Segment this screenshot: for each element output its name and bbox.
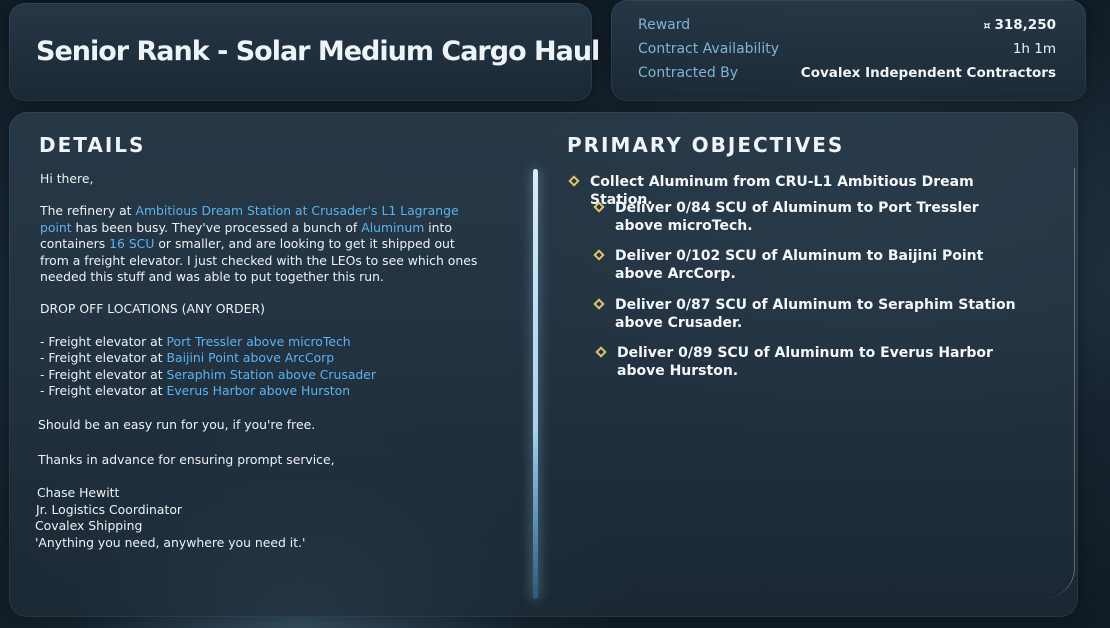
commodity-highlight: Aluminum	[361, 219, 425, 235]
contract-title-panel: Senior Rank - Solar Medium Cargo Haul	[9, 3, 600, 101]
intro-paragraph: The refinery at Ambitious Dream Station …	[40, 203, 480, 285]
objective-text: Deliver 0/102 SCU of Aluminum to Baijini…	[615, 248, 984, 264]
objectives-heading: PRIMARY OBJECTIVES	[567, 133, 845, 157]
contracted-by-value: Covalex Independent Contractors	[800, 65, 1056, 81]
intro-text-2: has been busy. They've processed a bunch…	[71, 219, 362, 235]
objective-text: above Hurston.	[617, 363, 739, 379]
reward-value: 318,250	[994, 17, 1057, 33]
contract-info-panel: Reward ¤ 318,250 Contract Availability 1h…	[611, 0, 1086, 101]
dropoff-location: Seraphim Station above Crusader	[166, 366, 377, 382]
objective-text: Deliver 0/84 SCU of Aluminum to Port Tre…	[615, 200, 979, 216]
dropoff-location: Everus Harbor above Hurston	[166, 383, 351, 399]
availability-label: Contract Availability	[638, 41, 779, 57]
thanks-text: Thanks in advance for ensuring prompt se…	[38, 451, 335, 467]
contract-title: Senior Rank - Solar Medium Cargo Haul	[36, 36, 600, 67]
signature-motto: 'Anything you need, anywhere you need it…	[35, 534, 306, 550]
signature-company: Covalex Shipping	[35, 518, 143, 534]
objective-text: Deliver 0/89 SCU of Aluminum to Everus H…	[617, 345, 993, 361]
dropoff-prefix: - Freight elevator at	[40, 383, 167, 399]
objective-text: above microTech.	[615, 218, 753, 234]
contracted-by-row: Contracted By Covalex Independent Contra…	[638, 65, 1056, 85]
currency-icon: ¤	[983, 19, 991, 32]
easy-run-text: Should be an easy run for you, if you're…	[38, 417, 316, 433]
sub-objective-item: Deliver 0/84 SCU of Aluminum to Port Tre…	[593, 199, 979, 235]
reward-label: Reward	[638, 17, 691, 33]
dropoff-prefix: - Freight elevator at	[40, 333, 167, 349]
dropoff-item: - Freight elevator at Port Tressler abov…	[40, 334, 480, 350]
dropoff-prefix: - Freight elevator at	[40, 350, 167, 366]
details-body[interactable]: Hi there, The refinery at Ambitious Drea…	[35, 171, 480, 551]
contract-screen: Senior Rank - Solar Medium Cargo Haul Re…	[0, 0, 1110, 628]
details-heading: DETAILS	[39, 133, 146, 157]
dropoff-location: Port Tressler above microTech	[166, 333, 351, 349]
objective-text: above ArcCorp.	[615, 266, 736, 282]
dropoff-item: - Freight elevator at Seraphim Station a…	[40, 367, 480, 383]
sub-objective-item: Deliver 0/87 SCU of Aluminum to Seraphim…	[593, 296, 1016, 332]
contracted-by-label: Contracted By	[638, 65, 739, 81]
sub-objective-item: Deliver 0/89 SCU of Aluminum to Everus H…	[595, 344, 993, 380]
objectives-frame-edge	[1044, 168, 1075, 598]
objective-text: above Crusader.	[615, 315, 743, 331]
sub-objective-item: Deliver 0/102 SCU of Aluminum to Baijini…	[593, 247, 984, 283]
dropoff-item: - Freight elevator at Baijini Point abov…	[40, 350, 480, 366]
dropoff-item: - Freight elevator at Everus Harbor abov…	[40, 383, 480, 399]
greeting-text: Hi there,	[40, 171, 94, 186]
objective-text: Deliver 0/87 SCU of Aluminum to Seraphim…	[615, 297, 1016, 313]
signature-title: Jr. Logistics Coordinator	[36, 501, 183, 517]
intro-text-1: The refinery at	[40, 203, 136, 219]
dropoff-heading: DROP OFF LOCATIONS (ANY ORDER)	[40, 301, 265, 317]
dropoff-prefix: - Freight elevator at	[40, 366, 167, 382]
container-size-highlight: 16 SCU	[109, 236, 155, 252]
dropoff-location: Baijini Point above ArcCorp	[166, 350, 335, 366]
availability-row: Contract Availability 1h 1m	[638, 41, 1056, 61]
availability-value: 1h 1m	[1012, 41, 1056, 57]
details-scrollbar[interactable]	[533, 169, 538, 599]
reward-row: Reward ¤ 318,250	[638, 17, 1056, 37]
reward-value-group: ¤ 318,250	[984, 17, 1057, 33]
signature-name: Chase Hewitt	[37, 485, 120, 501]
